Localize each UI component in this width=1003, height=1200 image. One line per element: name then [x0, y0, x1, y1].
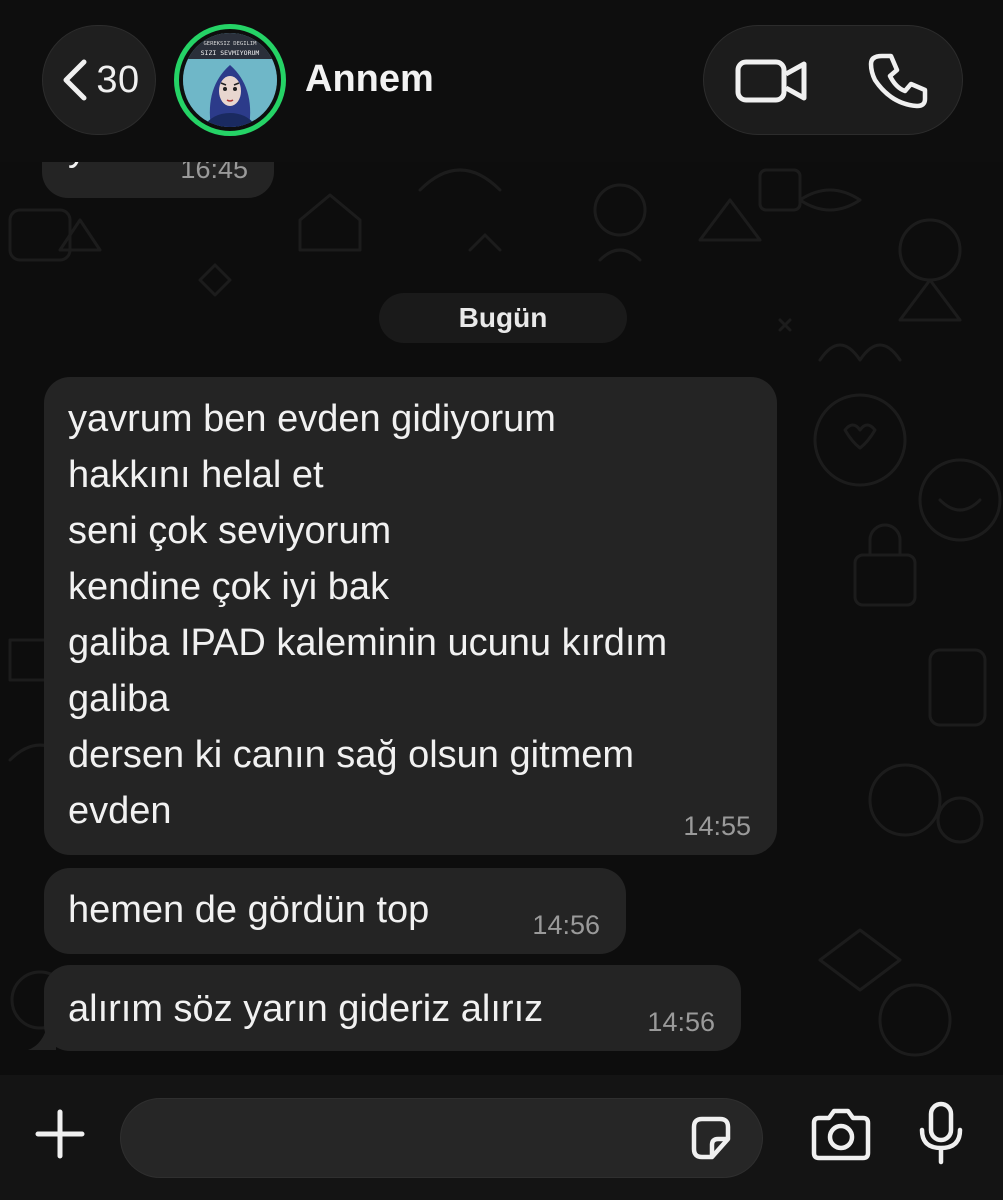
- message-time: 14:56: [532, 910, 600, 940]
- back-button[interactable]: 30: [42, 25, 156, 135]
- contact-avatar[interactable]: GEREKSIZ DEGILIM SIZI SEVMIYORUM: [174, 24, 286, 136]
- microphone-icon[interactable]: [916, 1100, 966, 1166]
- home-indicator: [0, 1192, 1003, 1200]
- sticker-icon[interactable]: [686, 1113, 736, 1163]
- chevron-left-icon: [63, 59, 87, 101]
- avatar-image: GEREKSIZ DEGILIM SIZI SEVMIYORUM: [183, 33, 277, 127]
- message-bubble[interactable]: hemen de gördün top 14:56: [44, 868, 626, 954]
- camera-icon[interactable]: [808, 1107, 874, 1163]
- message-text: yavrum ben evden gidiyorum hakkını helal…: [68, 398, 668, 832]
- message-bubble[interactable]: yavrum ben evden gidiyorum hakkını helal…: [44, 377, 777, 855]
- plus-icon[interactable]: [32, 1106, 88, 1162]
- message-input[interactable]: [120, 1098, 763, 1178]
- avatar-caption-top: GEREKSIZ DEGILIM: [204, 41, 258, 47]
- video-camera-icon[interactable]: [734, 52, 808, 110]
- avatar-caption-bottom: SIZI SEVMIYORUM: [201, 49, 260, 57]
- chat-header: 30 GEREKSIZ DEGILIM SIZI SEVMIYORUM Anne…: [0, 0, 1003, 162]
- message-time: 14:56: [647, 1007, 715, 1037]
- phone-icon[interactable]: [868, 50, 930, 112]
- call-actions: [703, 25, 963, 135]
- message-text: hemen de gördün top: [68, 889, 430, 931]
- message-bubble[interactable]: alırım söz yarın gideriz alırız 14:56: [44, 965, 741, 1051]
- message-text: alırım söz yarın gideriz alırız: [68, 988, 544, 1030]
- contact-name[interactable]: Annem: [305, 58, 434, 101]
- unread-count: 30: [96, 58, 140, 101]
- date-separator: Bugün: [379, 293, 627, 343]
- message-time: 14:55: [683, 811, 751, 841]
- bubble-tail: [28, 1022, 56, 1050]
